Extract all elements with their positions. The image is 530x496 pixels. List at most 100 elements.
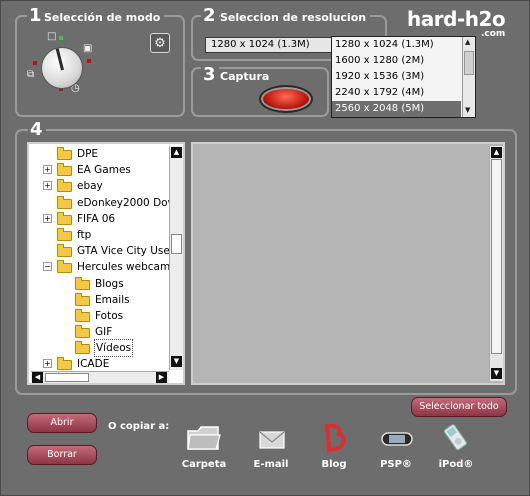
active-mode-indicator	[59, 36, 63, 40]
scroll-up-arrow-icon[interactable]: ▲	[465, 38, 470, 46]
folder-icon	[75, 276, 90, 290]
folder-label: Hercules webcam	[77, 261, 169, 274]
resolution-option[interactable]: 1920 x 1536 (3M)	[332, 69, 461, 85]
folder-tree-item[interactable]: Fotos	[31, 308, 169, 324]
folder-label: GTA Vice City User	[77, 245, 169, 258]
folder-label: FIFA 06	[77, 212, 116, 225]
scroll-up-arrow-icon[interactable]: ▲	[491, 147, 502, 158]
section-1-title: Selección de modo	[44, 11, 165, 25]
resolution-option-highlighted[interactable]: 2560 x 2048 (5M)	[332, 101, 461, 117]
thumbnail-preview-area[interactable]: ▲ ▼	[191, 142, 505, 385]
resolution-option[interactable]: 1280 x 1024 (1.3M)	[332, 37, 461, 53]
copy-to-psp-button[interactable]: PSP®	[366, 423, 426, 470]
preview-vertical-scrollbar[interactable]: ▲ ▼	[489, 146, 503, 381]
envelope-icon	[251, 423, 291, 453]
folder-tree-item[interactable]: + ICADE	[31, 356, 169, 370]
select-all-button[interactable]: Seleccionar todo	[411, 397, 507, 417]
still-photo-mode-icon[interactable]: □	[47, 31, 56, 42]
folder-icon	[75, 292, 90, 306]
folder-label: ftp	[77, 228, 92, 241]
settings-wrench-button[interactable]: ⚙	[150, 33, 170, 53]
video-mode-icon[interactable]: ▣	[83, 43, 92, 54]
capture-button[interactable]	[259, 85, 313, 113]
psp-icon	[376, 423, 416, 453]
resolution-dropdown-list: 1280 x 1024 (1.3M) 1600 x 1280 (2M) 1920…	[331, 36, 476, 118]
folder-tree-item[interactable]: eDonkey2000 Dow	[31, 195, 169, 211]
mode-tick	[33, 61, 37, 65]
folder-tree-item[interactable]: Vídeos	[31, 339, 169, 358]
folder-icon	[184, 423, 224, 453]
scroll-left-arrow-icon[interactable]: ◀	[32, 372, 43, 383]
expand-icon[interactable]: +	[43, 213, 52, 223]
dropdown-scrollbar[interactable]: ▲ ▼	[462, 37, 475, 117]
folder-icon	[75, 341, 90, 355]
scroll-down-arrow-icon[interactable]: ▼	[491, 368, 502, 379]
copy-to-folder-button[interactable]: Carpeta	[174, 423, 234, 470]
folder-icon	[57, 163, 72, 177]
folder-tree-item[interactable]: + EA Games	[31, 162, 169, 178]
folder-label: Emails	[95, 293, 130, 306]
copy-target-label: PSP®	[380, 459, 412, 470]
folder-tree-item[interactable]: + ebay	[31, 178, 169, 194]
resolution-select[interactable]: 1280 x 1024 (1.3M)	[205, 37, 335, 53]
copy-to-ipod-button[interactable]: iPod®	[426, 423, 486, 470]
copy-to-email-button[interactable]: E-mail	[241, 423, 301, 470]
folder-icon	[57, 211, 72, 225]
tree-hscroll-thumb[interactable]	[45, 373, 89, 382]
expand-icon[interactable]: +	[43, 181, 52, 191]
scroll-down-arrow-icon[interactable]: ▼	[465, 106, 470, 114]
folder-icon	[57, 357, 72, 370]
blog-b-icon	[314, 423, 354, 453]
folder-label: ebay	[77, 180, 103, 193]
scroll-up-arrow-icon[interactable]: ▲	[171, 147, 182, 158]
folder-icon	[57, 244, 72, 258]
tree-horizontal-scrollbar[interactable]: ◀ ▶	[31, 371, 169, 383]
copy-to-label: O copiar a:	[108, 421, 170, 432]
scroll-right-arrow-icon[interactable]: ▶	[156, 372, 167, 383]
folder-label: Blogs	[95, 277, 124, 290]
folder-tree-item[interactable]: DPE	[31, 146, 169, 162]
section-3-number: 3	[201, 65, 219, 85]
section-2-title: Seleccion de resolucion	[220, 11, 371, 25]
folder-tree-item[interactable]: − Hercules webcam	[31, 259, 169, 275]
folder-icon	[57, 227, 72, 241]
folder-icon	[75, 308, 90, 322]
folder-icon	[75, 325, 90, 339]
preview-scroll-thumb[interactable]	[491, 159, 502, 354]
logo-text: hard-h2o	[407, 7, 506, 31]
wrench-icon: ⚙	[154, 36, 166, 51]
delete-button[interactable]: Borrar	[27, 445, 97, 465]
tree-scroll-thumb[interactable]	[171, 234, 182, 254]
resolution-option[interactable]: 2240 x 1792 (4M)	[332, 85, 461, 101]
folder-label: Fotos	[95, 309, 124, 322]
folder-tree-list: DPE + EA Games + ebay eDonkey2000 Dow + FIFA 06…	[31, 146, 169, 370]
expand-icon[interactable]: +	[43, 165, 52, 175]
expand-icon[interactable]: +	[43, 359, 52, 369]
copy-target-label: E-mail	[253, 459, 289, 470]
folder-tree-item[interactable]: GTA Vice City User	[31, 243, 169, 259]
folder-tree-item[interactable]: GIF	[31, 324, 169, 340]
scroll-down-arrow-icon[interactable]: ▼	[171, 356, 182, 367]
folder-tree-item[interactable]: + FIFA 06	[31, 211, 169, 227]
copy-to-blog-button[interactable]: Blog	[304, 423, 364, 470]
folder-label: DPE	[77, 148, 99, 160]
folder-label: Vídeos	[93, 339, 134, 358]
folder-icon	[57, 179, 72, 193]
folder-icon	[57, 260, 72, 274]
tree-vertical-scrollbar[interactable]: ▲ ▼	[169, 146, 183, 370]
folder-icon	[57, 147, 72, 160]
section-4-number: 4	[28, 120, 46, 140]
ipod-icon	[436, 423, 476, 453]
dropdown-scroll-thumb[interactable]	[464, 51, 474, 75]
resolution-option[interactable]: 1600 x 1280 (2M)	[332, 53, 461, 69]
folder-label: ICADE	[77, 358, 110, 370]
collapse-icon[interactable]: −	[43, 262, 52, 272]
folder-tree-item[interactable]: Emails	[31, 292, 169, 308]
multi-shot-mode-icon[interactable]: ⧉	[27, 69, 34, 80]
open-button[interactable]: Abrir	[27, 413, 97, 433]
folder-tree-item[interactable]: ftp	[31, 227, 169, 243]
copy-target-label: Blog	[321, 459, 347, 470]
folder-tree-item[interactable]: Blogs	[31, 276, 169, 292]
section-1-number: 1	[27, 6, 45, 26]
folder-tree: DPE + EA Games + ebay eDonkey2000 Dow + FIFA 06…	[27, 142, 185, 385]
